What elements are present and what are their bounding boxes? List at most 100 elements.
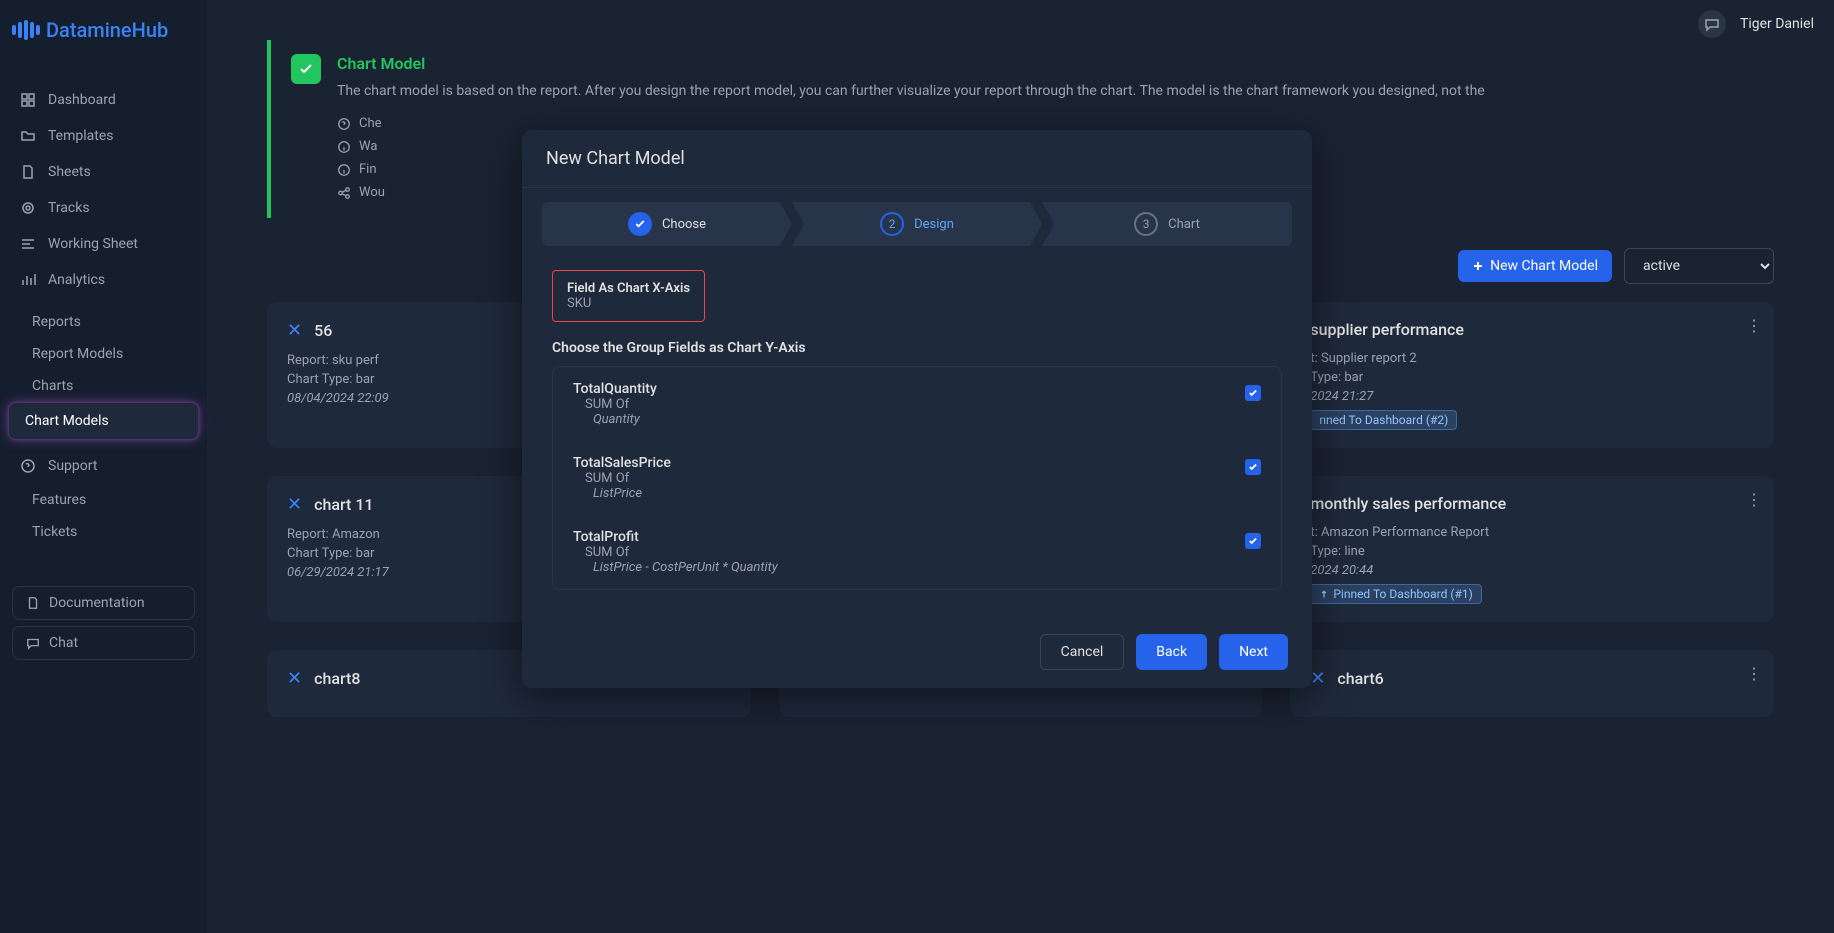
field-sum-label: SUM Of (573, 397, 1245, 412)
header: Tiger Daniel (1698, 10, 1814, 38)
info-icon (337, 140, 351, 154)
sidebar-item-templates[interactable]: Templates (0, 118, 207, 154)
sidebar-item-sheets[interactable]: Sheets (0, 154, 207, 190)
field-checkbox[interactable] (1245, 459, 1261, 475)
sidebar-item-label: Analytics (48, 272, 105, 288)
card-menu-button[interactable]: ⋮ (1746, 664, 1762, 683)
pin-icon (1319, 590, 1329, 600)
back-button[interactable]: Back (1136, 634, 1207, 670)
next-button[interactable]: Next (1219, 634, 1288, 670)
messages-button[interactable] (1698, 10, 1726, 38)
doc-icon (25, 595, 41, 611)
new-chart-model-modal: New Chart Model Choose 2 Design 3 Chart … (522, 130, 1312, 688)
help-icon (337, 117, 351, 131)
card-menu-button[interactable]: ⋮ (1746, 490, 1762, 509)
info-icon (337, 163, 351, 177)
card-title: monthly sales performance (1310, 494, 1506, 513)
sidebar-item-label: Tracks (48, 200, 90, 216)
filter-select[interactable]: active (1624, 248, 1774, 284)
sidebar-item-features[interactable]: Features (0, 484, 207, 516)
cancel-button[interactable]: Cancel (1040, 634, 1125, 670)
sidebar-item-report-models[interactable]: Report Models (0, 338, 207, 370)
modal-title: New Chart Model (522, 130, 1312, 188)
sidebar-item-support[interactable]: Support (0, 448, 207, 484)
sidebar-item-documentation[interactable]: Documentation (12, 586, 195, 620)
card-report: t: Supplier report 2 (1310, 349, 1754, 368)
field-of: ListPrice - CostPerUnit * Quantity (573, 560, 1245, 575)
check-icon (1248, 462, 1258, 472)
field-row: TotalQuantity SUM Of Quantity (553, 367, 1281, 441)
xaxis-field-box[interactable]: Field As Chart X-Axis SKU (552, 270, 705, 322)
yaxis-section-label: Choose the Group Fields as Chart Y-Axis (552, 340, 1282, 356)
share-icon (337, 186, 351, 200)
sidebar-item-label: Chat (49, 635, 78, 651)
step-design[interactable]: 2 Design (792, 202, 1042, 246)
chat-icon (25, 635, 41, 651)
sidebar-item-charts[interactable]: Charts (0, 370, 207, 402)
sidebar-item-label: Templates (48, 128, 114, 144)
sidebar-item-label: Working Sheet (48, 236, 138, 252)
brand-name: DatamineHub (46, 18, 168, 42)
chart-model-card[interactable]: supplier performance t: Supplier report … (1290, 302, 1774, 448)
sidebar-item-tickets[interactable]: Tickets (0, 516, 207, 548)
sidebar-item-working-sheet[interactable]: Working Sheet (0, 226, 207, 262)
check-icon (298, 61, 314, 77)
card-title: chart8 (314, 669, 360, 688)
card-type: Type: line (1310, 542, 1754, 561)
step-choose[interactable]: Choose (542, 202, 792, 246)
sidebar-item-label: Documentation (49, 595, 145, 611)
file-icon (20, 164, 36, 180)
target-icon (20, 200, 36, 216)
field-of: Quantity (573, 412, 1245, 427)
lines-icon (20, 236, 36, 252)
brand-logo[interactable]: DatamineHub (0, 18, 207, 82)
chat-bubble-icon (1704, 16, 1720, 32)
card-date: 2024 20:44 (1310, 561, 1754, 580)
chart-model-card[interactable]: monthly sales performance t: Amazon Perf… (1290, 476, 1774, 622)
sidebar-item-reports[interactable]: Reports (0, 306, 207, 338)
sidebar-item-tracks[interactable]: Tracks (0, 190, 207, 226)
pinned-badge: nned To Dashboard (#2) (1310, 410, 1457, 430)
field-sum-label: SUM Of (573, 471, 1245, 486)
check-badge (291, 54, 321, 84)
card-menu-button[interactable]: ⋮ (1746, 316, 1762, 335)
sidebar-item-chat[interactable]: Chat (12, 626, 195, 660)
sidebar-item-dashboard[interactable]: Dashboard (0, 82, 207, 118)
check-icon (1248, 536, 1258, 546)
sidebar-item-label: Sheets (48, 164, 91, 180)
field-sum-label: SUM Of (573, 545, 1245, 560)
card-title: chart6 (1337, 669, 1383, 688)
logo-bars-icon (12, 20, 40, 40)
intro-title: Chart Model (337, 54, 1485, 73)
folder-icon (20, 128, 36, 144)
step-label: Chart (1168, 217, 1200, 232)
step-label: Choose (662, 217, 706, 232)
sidebar-item-analytics[interactable]: Analytics (0, 262, 207, 298)
chart-model-card[interactable]: ✕ chart6 ⋮ (1290, 650, 1774, 717)
field-checkbox[interactable] (1245, 533, 1261, 549)
chart-icon: ✕ (1310, 668, 1325, 689)
field-name: TotalProfit (573, 529, 1245, 545)
card-type: Type: bar (1310, 368, 1754, 387)
xaxis-label: Field As Chart X-Axis (567, 281, 690, 296)
field-name: TotalQuantity (573, 381, 1245, 397)
card-title: chart 11 (314, 495, 373, 514)
chart-icon: ✕ (287, 320, 302, 341)
new-chart-model-button[interactable]: New Chart Model (1458, 250, 1612, 282)
step-chart[interactable]: 3 Chart (1042, 202, 1292, 246)
chart-icon: ✕ (287, 668, 302, 689)
field-row: TotalSalesPrice SUM Of ListPrice (553, 441, 1281, 515)
card-date: 2024 21:27 (1310, 387, 1754, 406)
grid-icon (20, 92, 36, 108)
step-number: 2 (880, 212, 904, 236)
sidebar-item-label: Chart Models (25, 413, 109, 429)
username-label[interactable]: Tiger Daniel (1740, 16, 1814, 32)
sidebar-item-chart-models[interactable]: Chart Models (8, 402, 199, 440)
field-row: TotalProfit SUM Of ListPrice - CostPerUn… (553, 515, 1281, 589)
xaxis-value: SKU (567, 296, 690, 311)
card-title: 56 (314, 321, 332, 340)
check-icon (1248, 388, 1258, 398)
chart-icon: ✕ (287, 494, 302, 515)
stepper: Choose 2 Design 3 Chart (522, 188, 1312, 260)
field-checkbox[interactable] (1245, 385, 1261, 401)
